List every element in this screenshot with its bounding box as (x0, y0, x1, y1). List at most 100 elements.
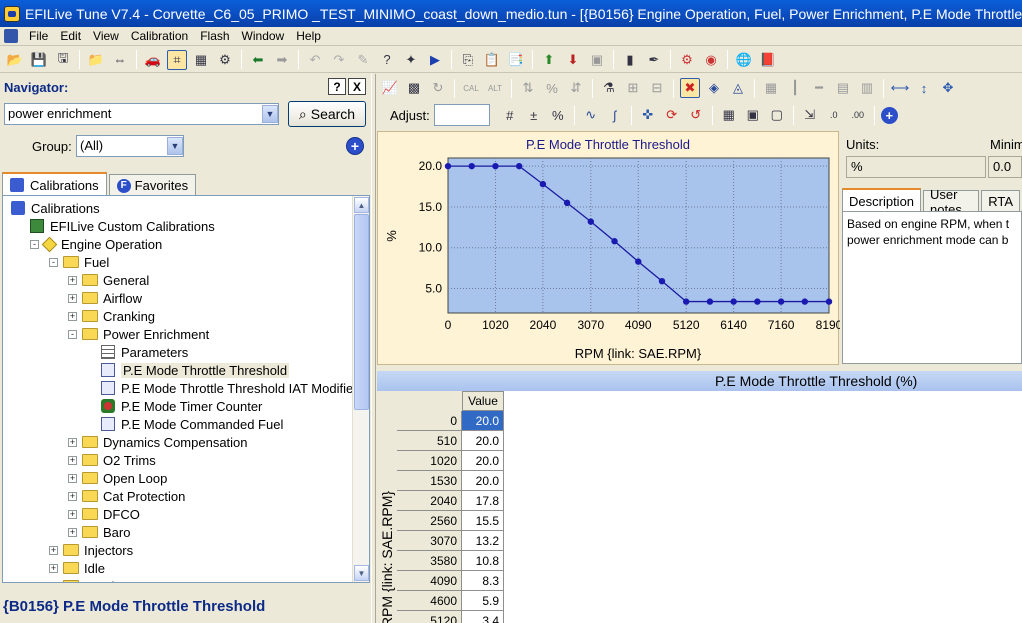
value-cell[interactable]: 20.0 (462, 471, 504, 491)
alt-icon[interactable]: ALT (485, 78, 505, 98)
data-point[interactable] (754, 298, 761, 305)
menu-flash[interactable]: Flash (194, 29, 235, 43)
tree-item[interactable]: + Open Loop (68, 469, 167, 487)
tree-item[interactable]: + DFCO (68, 505, 140, 523)
wireframe-icon[interactable]: ◈ (704, 78, 724, 98)
value-cell[interactable]: 20.0 (462, 451, 504, 471)
units-field[interactable]: % (846, 156, 986, 178)
plus-minus-icon[interactable]: ± (524, 105, 544, 125)
value-cell[interactable]: 13.2 (462, 531, 504, 551)
row-header[interactable]: 3580 (397, 551, 462, 571)
reset-icon[interactable]: ↺ (686, 105, 706, 125)
layout-icon[interactable]: ▤ (833, 78, 853, 98)
row-header[interactable]: 1530 (397, 471, 462, 491)
data-point[interactable] (825, 298, 833, 305)
interpolate-icon[interactable]: ⇵ (566, 78, 586, 98)
data-point[interactable] (706, 298, 714, 305)
redo-icon[interactable]: ↷ (329, 50, 349, 70)
scroll-thumb[interactable] (354, 214, 369, 410)
scroll-up-icon[interactable]: ▲ (354, 197, 369, 213)
play-icon[interactable]: ▶ (425, 50, 445, 70)
tab-favorites[interactable]: F Favorites (108, 174, 197, 196)
horizontal-arrows-icon[interactable]: ⟷ (890, 78, 910, 98)
tree-item[interactable]: EFILive Custom Calibrations (30, 217, 215, 235)
tree-item[interactable]: + Airflow (68, 289, 142, 307)
increase-decimals-icon[interactable]: .0 (824, 105, 844, 125)
tree-item[interactable]: P.E Mode Timer Counter (87, 397, 262, 415)
calibration-tree[interactable]: Calibrations EFILive Custom Calibrations -… (2, 195, 370, 583)
scroll-down-icon[interactable]: ▼ (354, 565, 369, 581)
row-header[interactable]: 510 (397, 431, 462, 451)
row-header[interactable]: 2560 (397, 511, 462, 531)
stretch-icon[interactable]: ⇲ (800, 105, 820, 125)
row-header[interactable]: 0 (397, 411, 462, 431)
chevron-down-icon[interactable]: ▼ (262, 105, 278, 123)
grid-icon[interactable]: ▦ (761, 78, 781, 98)
refresh-icon[interactable]: ↻ (428, 78, 448, 98)
chip-icon[interactable]: ▣ (587, 50, 607, 70)
vertical-arrows-icon[interactable]: ↕ (914, 78, 934, 98)
expand-icon[interactable]: + (68, 491, 77, 501)
row-header[interactable]: 4600 (397, 591, 462, 611)
tree-item[interactable]: + Baro (68, 523, 130, 541)
tree-item[interactable]: Parameters (87, 343, 188, 361)
value-cell[interactable]: 20.0 (462, 431, 504, 451)
data-point[interactable] (658, 277, 666, 285)
expand-icon[interactable]: + (68, 455, 77, 465)
data-point[interactable] (635, 258, 642, 265)
vehicle-icon[interactable]: 🚗 (143, 50, 163, 70)
tree-scrollbar[interactable]: ▲ ▼ (352, 196, 369, 582)
percent-adjust-icon[interactable]: % (548, 105, 568, 125)
value-cell[interactable]: 10.8 (462, 551, 504, 571)
value-cell[interactable]: 17.8 (462, 491, 504, 511)
value-column-header[interactable]: Value (462, 391, 504, 411)
search-button[interactable]: ⌕ Search (288, 101, 366, 127)
expand-icon[interactable]: + (68, 293, 77, 303)
hash-icon[interactable]: # (500, 105, 520, 125)
tab-user-notes[interactable]: User notes (923, 187, 980, 217)
save-all-icon[interactable]: 🖫 (53, 50, 73, 70)
document-icon[interactable] (4, 29, 18, 43)
search-input[interactable]: power enrichment (4, 103, 279, 125)
value-cell[interactable]: 20.0 (462, 411, 504, 431)
data-point[interactable] (730, 298, 737, 305)
decrease-decimals-icon[interactable]: .00 (848, 105, 868, 125)
move-icon[interactable]: ✥ (938, 78, 958, 98)
layout-alt-icon[interactable]: ▥ (857, 78, 877, 98)
row-header[interactable]: 1020 (397, 451, 462, 471)
crosshair-icon[interactable]: ✜ (638, 105, 658, 125)
tree-item[interactable]: + General (68, 271, 149, 289)
tools-icon[interactable]: ✒ (644, 50, 664, 70)
chart-view-icon[interactable]: 📈 (380, 78, 400, 98)
menu-file[interactable]: File (23, 29, 54, 43)
paste-icon[interactable]: 📋 (482, 50, 502, 70)
cal-icon[interactable]: CAL (461, 78, 481, 98)
tree-item[interactable]: - Fuel (49, 253, 109, 271)
expand-icon[interactable]: + (49, 563, 58, 573)
row-header[interactable]: 2040 (397, 491, 462, 511)
horizontal-bar-icon[interactable]: ━ (809, 78, 829, 98)
data-point[interactable] (515, 162, 523, 170)
add-row-icon[interactable]: ⊞ (623, 78, 643, 98)
menu-help[interactable]: Help (290, 29, 327, 43)
collapse-icon[interactable]: - (30, 239, 39, 249)
data-point[interactable] (492, 162, 499, 170)
table-import-icon[interactable]: ▣ (743, 105, 763, 125)
open-file-icon[interactable]: 📁 (86, 50, 106, 70)
tab-rta[interactable]: RTA (981, 190, 1020, 212)
adjust-input[interactable] (433, 104, 490, 126)
table-edit-icon[interactable]: ▦ (719, 105, 739, 125)
expand-icon[interactable]: + (68, 311, 77, 321)
expand-icon[interactable]: + (49, 581, 58, 582)
surface-icon[interactable]: ◬ (728, 78, 748, 98)
tree-view-icon[interactable]: ⌗ (167, 49, 187, 70)
gauge-icon[interactable]: ◉ (701, 50, 721, 70)
bookmark-icon[interactable]: ✦ (401, 50, 421, 70)
percent-icon[interactable]: % (542, 78, 562, 98)
minimum-field[interactable]: 0.0 (988, 156, 1022, 178)
wrench-icon[interactable]: ✎ (353, 50, 373, 70)
data-point[interactable] (777, 298, 785, 305)
expand-icon[interactable]: + (49, 545, 58, 555)
expand-icon[interactable]: + (68, 437, 77, 447)
scan-icon[interactable]: ⚙ (677, 50, 697, 70)
